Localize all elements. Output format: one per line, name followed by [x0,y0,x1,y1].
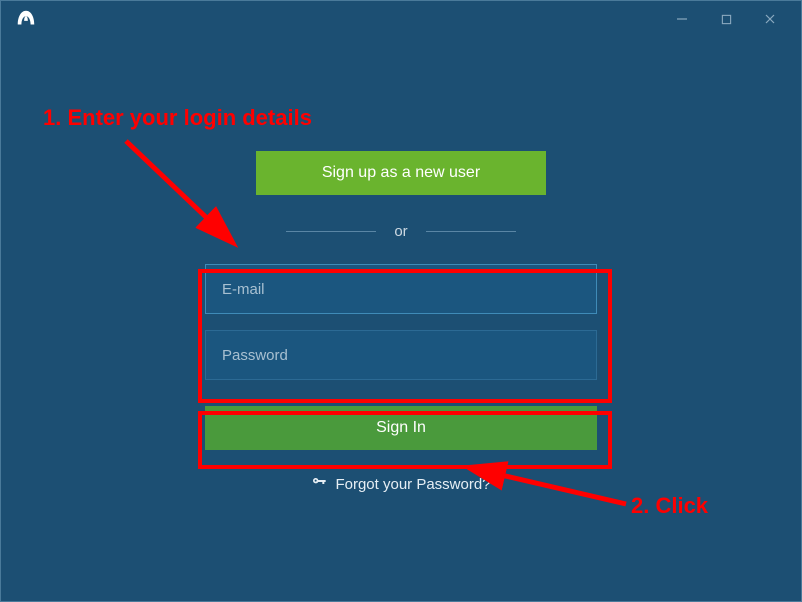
password-field[interactable] [205,330,597,380]
divider: or [286,223,515,240]
divider-line [286,231,376,232]
divider-label: or [394,223,407,240]
divider-line [426,231,516,232]
forgot-password-link[interactable]: Forgot your Password? [311,474,490,494]
login-panel: Sign up as a new user or Sign In Forgot … [1,1,801,601]
signin-button[interactable]: Sign In [205,406,597,450]
key-icon [311,474,327,494]
email-field[interactable] [205,264,597,314]
forgot-password-label: Forgot your Password? [335,476,490,493]
signup-button[interactable]: Sign up as a new user [256,151,546,195]
